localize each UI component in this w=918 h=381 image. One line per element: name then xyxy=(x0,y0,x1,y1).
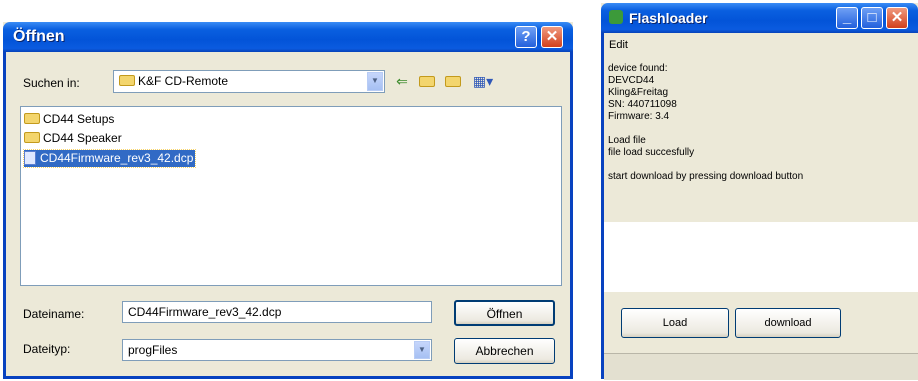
file-icon xyxy=(24,150,36,165)
close-button[interactable]: ✕ xyxy=(541,26,563,48)
open-dialog-title: Öffnen xyxy=(13,28,65,45)
log-line: Kling&Freitag xyxy=(608,87,669,98)
window-frame xyxy=(3,376,573,379)
log-line: Firmware: 3.4 xyxy=(608,111,670,122)
flashloader-title: Flashloader xyxy=(629,10,708,26)
button-panel: Load download xyxy=(604,292,918,351)
log-line: SN: 440711098 xyxy=(608,99,677,110)
new-folder-icon[interactable] xyxy=(443,71,463,91)
flashloader-window: Flashloader _ □ ✕ Edit device found: DEV… xyxy=(601,3,918,380)
log-line: device found: xyxy=(608,63,668,74)
log-line: Load file xyxy=(608,135,646,146)
close-icon: ✕ xyxy=(545,28,559,45)
log-panel: device found: DEVCD44 Kling&Freitag SN: … xyxy=(604,57,918,222)
look-in-dropdown[interactable]: K&F CD-Remote ▼ xyxy=(113,70,385,93)
question-mark-icon: ? xyxy=(521,28,531,45)
open-dialog: Öffnen ? ✕ Suchen in: K&F CD-Remote ▼ ⇐ … xyxy=(3,22,573,379)
chevron-down-icon: ▼ xyxy=(414,341,430,359)
list-item[interactable]: CD44 Speaker xyxy=(24,130,124,147)
menu-edit[interactable]: Edit xyxy=(609,39,628,51)
filename-label: Dateiname: xyxy=(23,307,85,321)
filetype-select[interactable]: progFiles ▼ xyxy=(122,339,432,361)
download-button[interactable]: download xyxy=(735,308,841,338)
folder-icon xyxy=(24,113,40,125)
log-line: file load succesfully xyxy=(608,147,695,158)
close-button[interactable]: ✕ xyxy=(886,7,908,29)
load-button[interactable]: Load xyxy=(621,308,729,338)
log-line: start download by pressing download butt… xyxy=(608,171,804,182)
list-item[interactable]: CD44Firmware_rev3_42.dcp xyxy=(22,149,197,168)
open-dialog-titlebar[interactable]: Öffnen ? ✕ xyxy=(3,22,573,52)
status-bar xyxy=(604,353,918,380)
window-frame xyxy=(570,52,573,379)
filename-input[interactable]: CD44Firmware_rev3_42.dcp xyxy=(122,301,432,323)
look-in-value: K&F CD-Remote xyxy=(138,74,229,88)
maximize-icon: □ xyxy=(867,9,877,26)
minimize-icon: _ xyxy=(842,9,852,26)
maximize-button[interactable]: □ xyxy=(861,7,883,29)
look-in-label: Suchen in: xyxy=(23,76,80,90)
view-menu-icon[interactable]: ▦▾ xyxy=(469,71,497,91)
filetype-label: Dateityp: xyxy=(23,342,71,356)
app-icon xyxy=(609,10,623,24)
folder-icon xyxy=(24,132,40,144)
open-button[interactable]: Öffnen xyxy=(454,300,555,326)
list-item[interactable]: CD44 Setups xyxy=(24,111,116,128)
chevron-down-icon: ▼ xyxy=(367,72,383,91)
file-list[interactable]: CD44 Setups CD44 Speaker CD44Firmware_re… xyxy=(20,106,562,286)
close-icon: ✕ xyxy=(890,9,904,26)
help-button[interactable]: ? xyxy=(515,26,537,48)
cancel-button[interactable]: Abbrechen xyxy=(454,338,555,364)
log-line: DEVCD44 xyxy=(608,75,655,86)
window-frame xyxy=(3,52,6,379)
back-icon[interactable]: ⇐ xyxy=(392,71,412,91)
flashloader-titlebar[interactable]: Flashloader _ □ ✕ xyxy=(601,3,918,33)
up-folder-icon[interactable] xyxy=(417,71,437,91)
folder-icon xyxy=(119,75,135,87)
output-area xyxy=(604,222,918,292)
menu-bar: Edit xyxy=(604,34,918,56)
minimize-button[interactable]: _ xyxy=(836,7,858,29)
